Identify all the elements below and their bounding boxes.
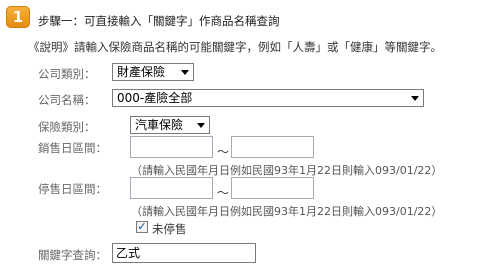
description-text: 《說明》請輸入保險商品名稱的可能關鍵字，例如「人壽」或「健康」等關鍵字。: [28, 40, 442, 54]
dropdown-arrow-icon: [411, 96, 419, 101]
company-type-select[interactable]: 財產保險: [112, 63, 194, 81]
sale-date-hint: （請輸入民國年月日例如民國93年1月22日則輸入093/01/22）: [131, 164, 443, 177]
keyword-label: 關鍵字查詢：: [38, 248, 107, 262]
company-type-label: 公司類別：: [38, 67, 96, 81]
company-name-select[interactable]: 000-產險全部: [112, 89, 424, 107]
keyword-input[interactable]: 乙式: [112, 243, 256, 263]
stop-date-label: 停售日區間：: [38, 182, 107, 196]
stop-date-to-input[interactable]: [231, 177, 314, 199]
insurance-type-label: 保險類別：: [38, 120, 96, 134]
sale-date-label: 銷售日區間：: [38, 141, 107, 155]
company-type-value: 財產保險: [117, 65, 166, 79]
stop-date-separator: ～: [217, 186, 230, 200]
insurance-type-select[interactable]: 汽車保險: [130, 116, 210, 134]
company-name-value: 000-產險全部: [117, 91, 193, 105]
not-discontinued-label: 未停售: [152, 222, 187, 236]
company-name-label: 公司名稱：: [38, 93, 96, 107]
stop-date-hint: （請輸入民國年月日例如民國93年1月22日則輸入093/01/22）: [131, 205, 443, 218]
stop-date-from-input[interactable]: [130, 177, 213, 199]
sale-date-separator: ～: [217, 145, 230, 159]
step-title: 步驟一：可直接輸入「關鍵字」作商品名稱查詢: [38, 14, 280, 28]
step-number-badge: 1: [6, 6, 30, 28]
dropdown-arrow-icon: [181, 70, 189, 75]
insurance-type-value: 汽車保險: [135, 118, 184, 132]
sale-date-from-input[interactable]: [130, 136, 213, 158]
dropdown-arrow-icon: [197, 123, 205, 128]
not-discontinued-checkbox[interactable]: ✓: [136, 221, 148, 233]
sale-date-to-input[interactable]: [231, 136, 314, 158]
